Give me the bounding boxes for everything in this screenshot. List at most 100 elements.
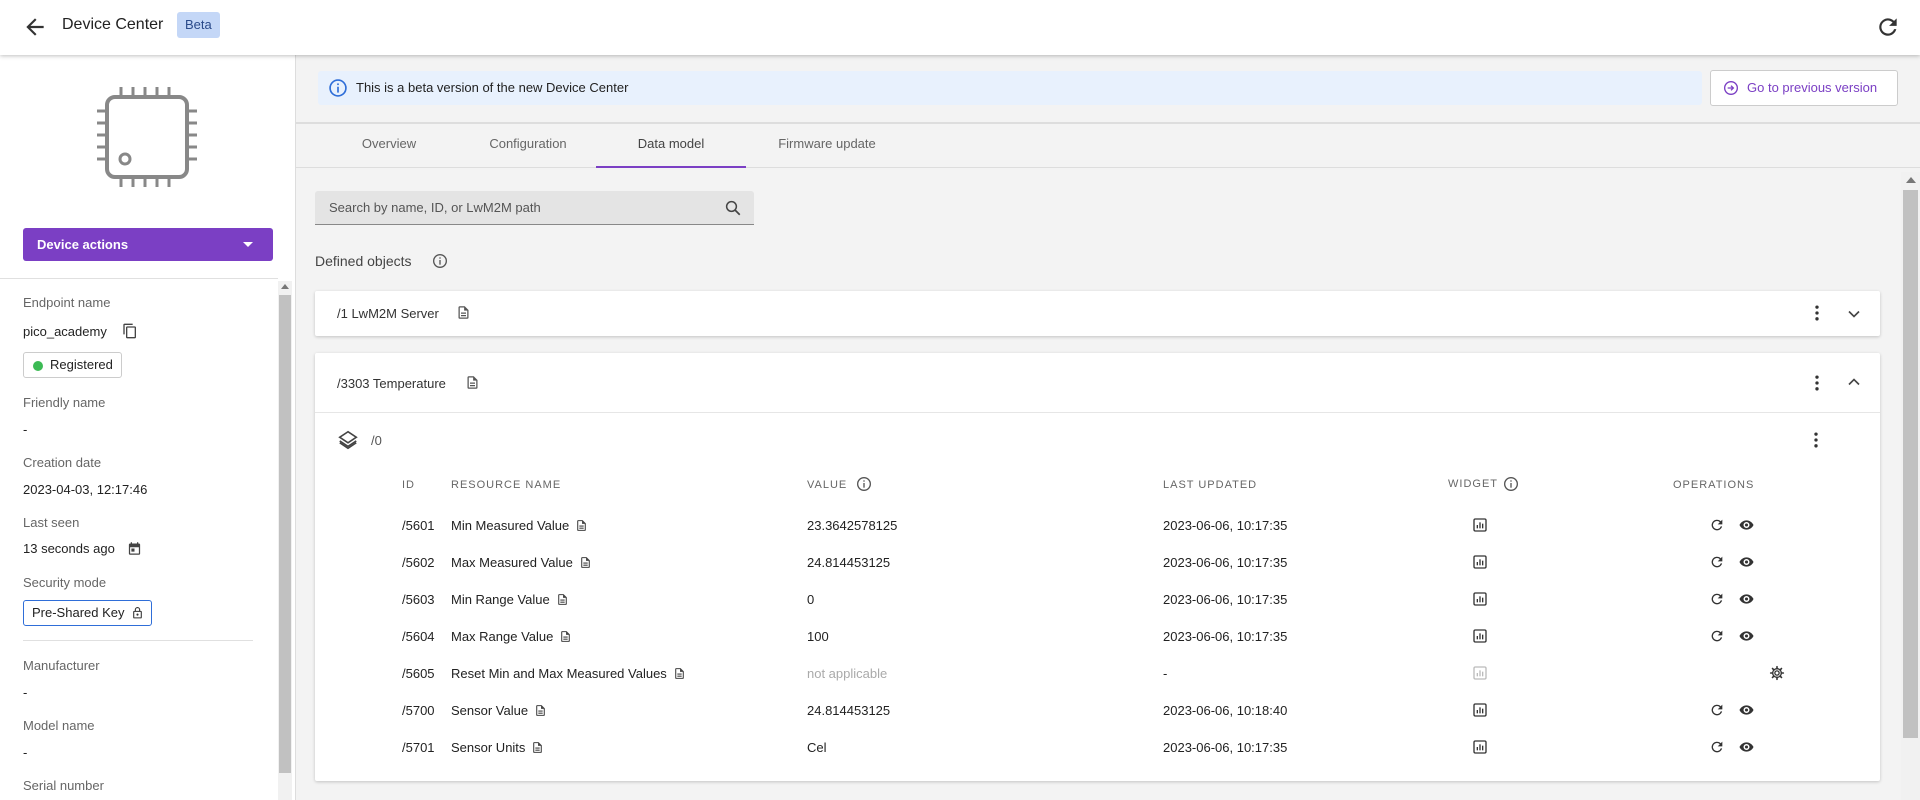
execute-gear-icon[interactable] (1769, 665, 1785, 681)
more-vert-icon[interactable] (1807, 303, 1827, 323)
last-seen-value: 13 seconds ago (23, 541, 115, 556)
read-refresh-icon[interactable] (1709, 554, 1725, 570)
last-updated: 2023-06-06, 10:17:35 (1163, 592, 1288, 607)
layers-icon (338, 430, 358, 450)
chart-widget-icon[interactable] (1472, 739, 1488, 755)
resource-value: 23.3642578125 (807, 518, 898, 533)
observe-eye-icon[interactable] (1738, 591, 1755, 607)
resource-name: Max Measured Value (451, 555, 592, 570)
object-panel-lwm2m-server[interactable]: /1 LwM2M Server (315, 291, 1880, 336)
chart-widget-icon[interactable] (1472, 554, 1488, 570)
read-refresh-icon[interactable] (1709, 702, 1725, 718)
chevron-down-icon[interactable] (1844, 304, 1864, 324)
observe-eye-icon[interactable] (1738, 628, 1755, 644)
tab-data-model[interactable]: Data model (596, 124, 746, 168)
chart-widget-icon[interactable] (1472, 628, 1488, 644)
column-header-last-updated: LAST UPDATED (1163, 479, 1258, 491)
chart-widget-icon[interactable] (1472, 702, 1488, 718)
go-to-previous-version-button[interactable]: Go to previous version (1710, 70, 1898, 106)
resource-name-text: Min Range Value (451, 592, 550, 607)
resource-name-text: Sensor Value (451, 703, 529, 718)
document-icon[interactable] (575, 518, 588, 533)
chart-widget-icon[interactable] (1472, 517, 1488, 533)
info-icon[interactable] (1503, 476, 1519, 492)
sidebar-scrollbar[interactable] (278, 281, 292, 800)
observe-eye-icon[interactable] (1738, 554, 1755, 570)
read-refresh-icon[interactable] (1709, 517, 1725, 533)
column-header-widget: WIDGET (1448, 478, 1498, 490)
divider (23, 640, 253, 641)
device-actions-button[interactable]: Device actions (23, 228, 273, 261)
read-refresh-icon[interactable] (1709, 739, 1725, 755)
resource-name: Min Range Value (451, 592, 569, 607)
last-updated: 2023-06-06, 10:17:35 (1163, 555, 1288, 570)
chart-widget-icon[interactable] (1472, 591, 1488, 607)
read-refresh-icon[interactable] (1709, 591, 1725, 607)
chip-icon (97, 87, 197, 187)
resource-value: Cel (807, 740, 827, 755)
scrollbar-thumb[interactable] (279, 295, 291, 773)
security-mode-label: Security mode (23, 575, 107, 590)
chevron-up-icon[interactable] (1844, 372, 1864, 392)
document-icon[interactable] (673, 666, 686, 681)
serial-number-label: Serial number (23, 778, 104, 793)
info-icon[interactable] (856, 476, 872, 492)
table-row: /5605 Reset Min and Max Measured Values … (315, 655, 1880, 692)
resource-name-text: Max Range Value (451, 629, 554, 644)
observe-eye-icon[interactable] (1738, 739, 1755, 755)
resource-name-text: Max Measured Value (451, 555, 573, 570)
manufacturer-value: - (23, 685, 28, 700)
copy-icon[interactable] (122, 323, 138, 339)
document-icon[interactable] (531, 740, 544, 755)
tab-overview[interactable]: Overview (324, 124, 454, 168)
observe-eye-icon[interactable] (1738, 702, 1755, 718)
back-arrow-icon[interactable] (22, 14, 48, 40)
go-to-previous-version-label: Go to previous version (1747, 80, 1878, 95)
refresh-icon[interactable] (1875, 14, 1901, 40)
lock-icon (132, 607, 142, 619)
friendly-name-value: - (23, 422, 28, 437)
divider (315, 412, 1880, 413)
table-row: /5701 Sensor Units Cel 2023-06-06, 10:17… (315, 729, 1880, 766)
document-icon[interactable] (559, 629, 572, 644)
table-row: /5601 Min Measured Value 23.3642578125 2… (315, 507, 1880, 544)
divider (0, 278, 278, 279)
model-name-value: - (23, 745, 28, 760)
search-icon[interactable] (724, 199, 742, 217)
table-row: /5604 Max Range Value 100 2023-06-06, 10… (315, 618, 1880, 655)
info-icon[interactable] (432, 253, 448, 269)
model-name-label: Model name (23, 718, 95, 733)
instance-path: /0 (371, 433, 382, 448)
document-icon[interactable] (556, 592, 569, 607)
scroll-up-arrow-icon[interactable] (1906, 177, 1916, 183)
tab-firmware-update[interactable]: Firmware update (752, 124, 902, 168)
more-vert-icon[interactable] (1807, 373, 1827, 393)
chart-widget-icon (1473, 666, 1487, 680)
tab-configuration[interactable]: Configuration (454, 124, 602, 168)
calendar-icon[interactable] (127, 541, 142, 556)
banner-text: This is a beta version of the new Device… (356, 80, 629, 95)
resource-id: /5604 (402, 629, 435, 644)
main-scrollbar[interactable] (1901, 172, 1920, 800)
last-updated: - (1163, 666, 1168, 681)
read-refresh-icon[interactable] (1709, 628, 1725, 644)
observe-eye-icon[interactable] (1738, 517, 1755, 533)
search-box (315, 191, 754, 225)
search-input[interactable] (315, 191, 705, 223)
document-icon[interactable] (534, 703, 547, 718)
resource-name: Reset Min and Max Measured Values (451, 666, 686, 681)
creation-date-label: Creation date (23, 455, 102, 470)
document-icon[interactable] (465, 374, 480, 391)
object-title: /1 LwM2M Server (337, 306, 439, 321)
status-badge: Registered (23, 352, 122, 378)
scrollbar-thumb[interactable] (1903, 190, 1918, 738)
scroll-up-arrow-icon[interactable] (281, 284, 289, 289)
more-vert-icon[interactable] (1806, 430, 1826, 450)
resource-id: /5603 (402, 592, 435, 607)
document-icon[interactable] (456, 304, 471, 321)
object-panel-temperature: /3303 Temperature /0 ID RESOURCE NAME VA… (315, 353, 1880, 781)
document-icon[interactable] (579, 555, 592, 570)
resource-name: Sensor Units (451, 740, 544, 755)
caret-down-icon (243, 242, 253, 247)
last-seen-label: Last seen (23, 515, 80, 530)
